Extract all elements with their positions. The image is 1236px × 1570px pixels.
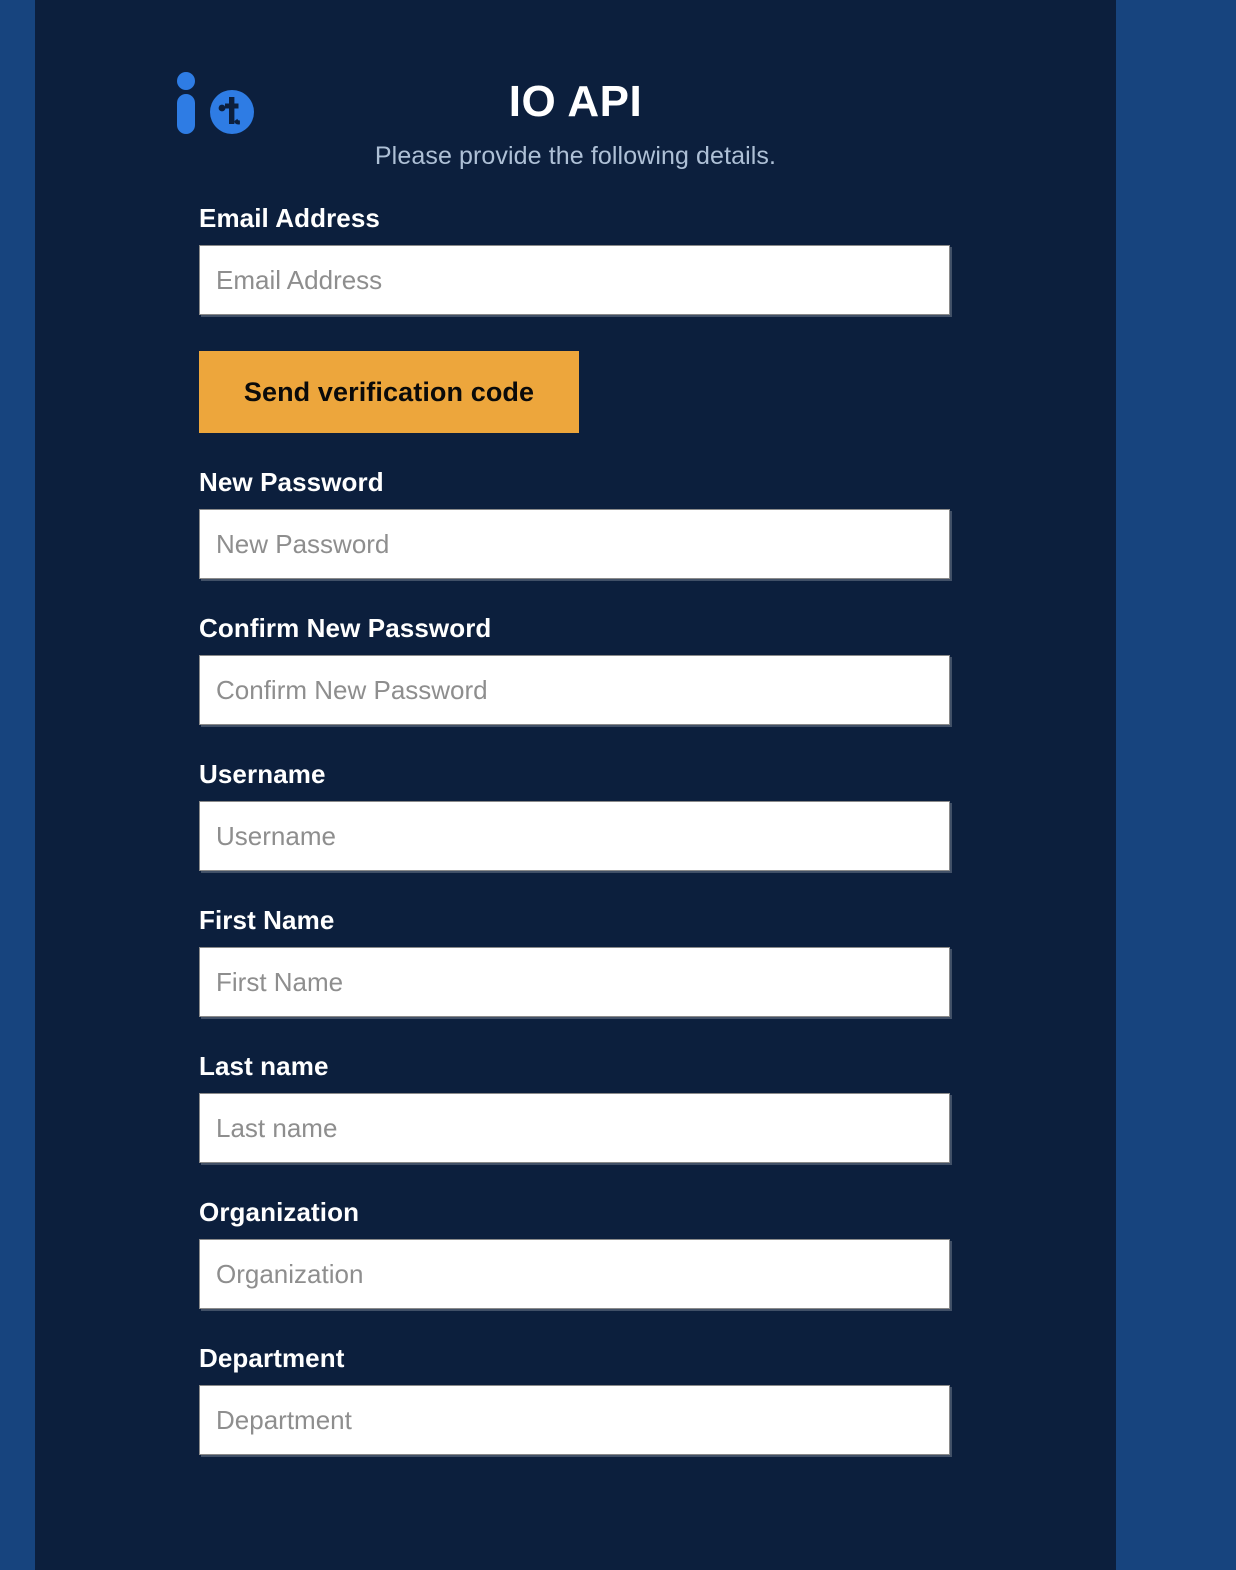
label-first-name: First Name	[199, 905, 335, 935]
organization-input[interactable]	[199, 1239, 950, 1309]
field-group-last-name: Last name	[199, 1053, 950, 1163]
label-last-name: Last name	[199, 1051, 329, 1081]
label-department: Department	[199, 1343, 345, 1373]
label-organization: Organization	[199, 1197, 360, 1227]
signup-card: IO API Please provide the following deta…	[35, 0, 1116, 1570]
field-group-department: Department	[199, 1345, 950, 1455]
io-brand-logo-icon	[176, 72, 260, 134]
label-email-address: Email Address	[199, 203, 380, 233]
email-address-input[interactable]	[199, 245, 950, 315]
department-input[interactable]	[199, 1385, 950, 1455]
label-new-password: New Password	[199, 467, 384, 497]
first-name-input[interactable]	[199, 947, 950, 1017]
field-group-confirm-new-password: Confirm New Password	[199, 615, 950, 725]
field-group-new-password: New Password	[199, 469, 950, 579]
confirm-new-password-input[interactable]	[199, 655, 950, 725]
username-input[interactable]	[199, 801, 950, 871]
signup-form: Email Address Send verification code New…	[199, 205, 950, 1455]
field-group-first-name: First Name	[199, 907, 950, 1017]
last-name-input[interactable]	[199, 1093, 950, 1163]
new-password-input[interactable]	[199, 509, 950, 579]
label-username: Username	[199, 759, 326, 789]
send-verification-code-button[interactable]: Send verification code	[199, 351, 579, 433]
page-header: IO API Please provide the following deta…	[35, 0, 1116, 170]
field-group-email-address: Email Address	[199, 205, 950, 315]
field-group-organization: Organization	[199, 1199, 950, 1309]
label-confirm-new-password: Confirm New Password	[199, 613, 492, 643]
field-group-username: Username	[199, 761, 950, 871]
